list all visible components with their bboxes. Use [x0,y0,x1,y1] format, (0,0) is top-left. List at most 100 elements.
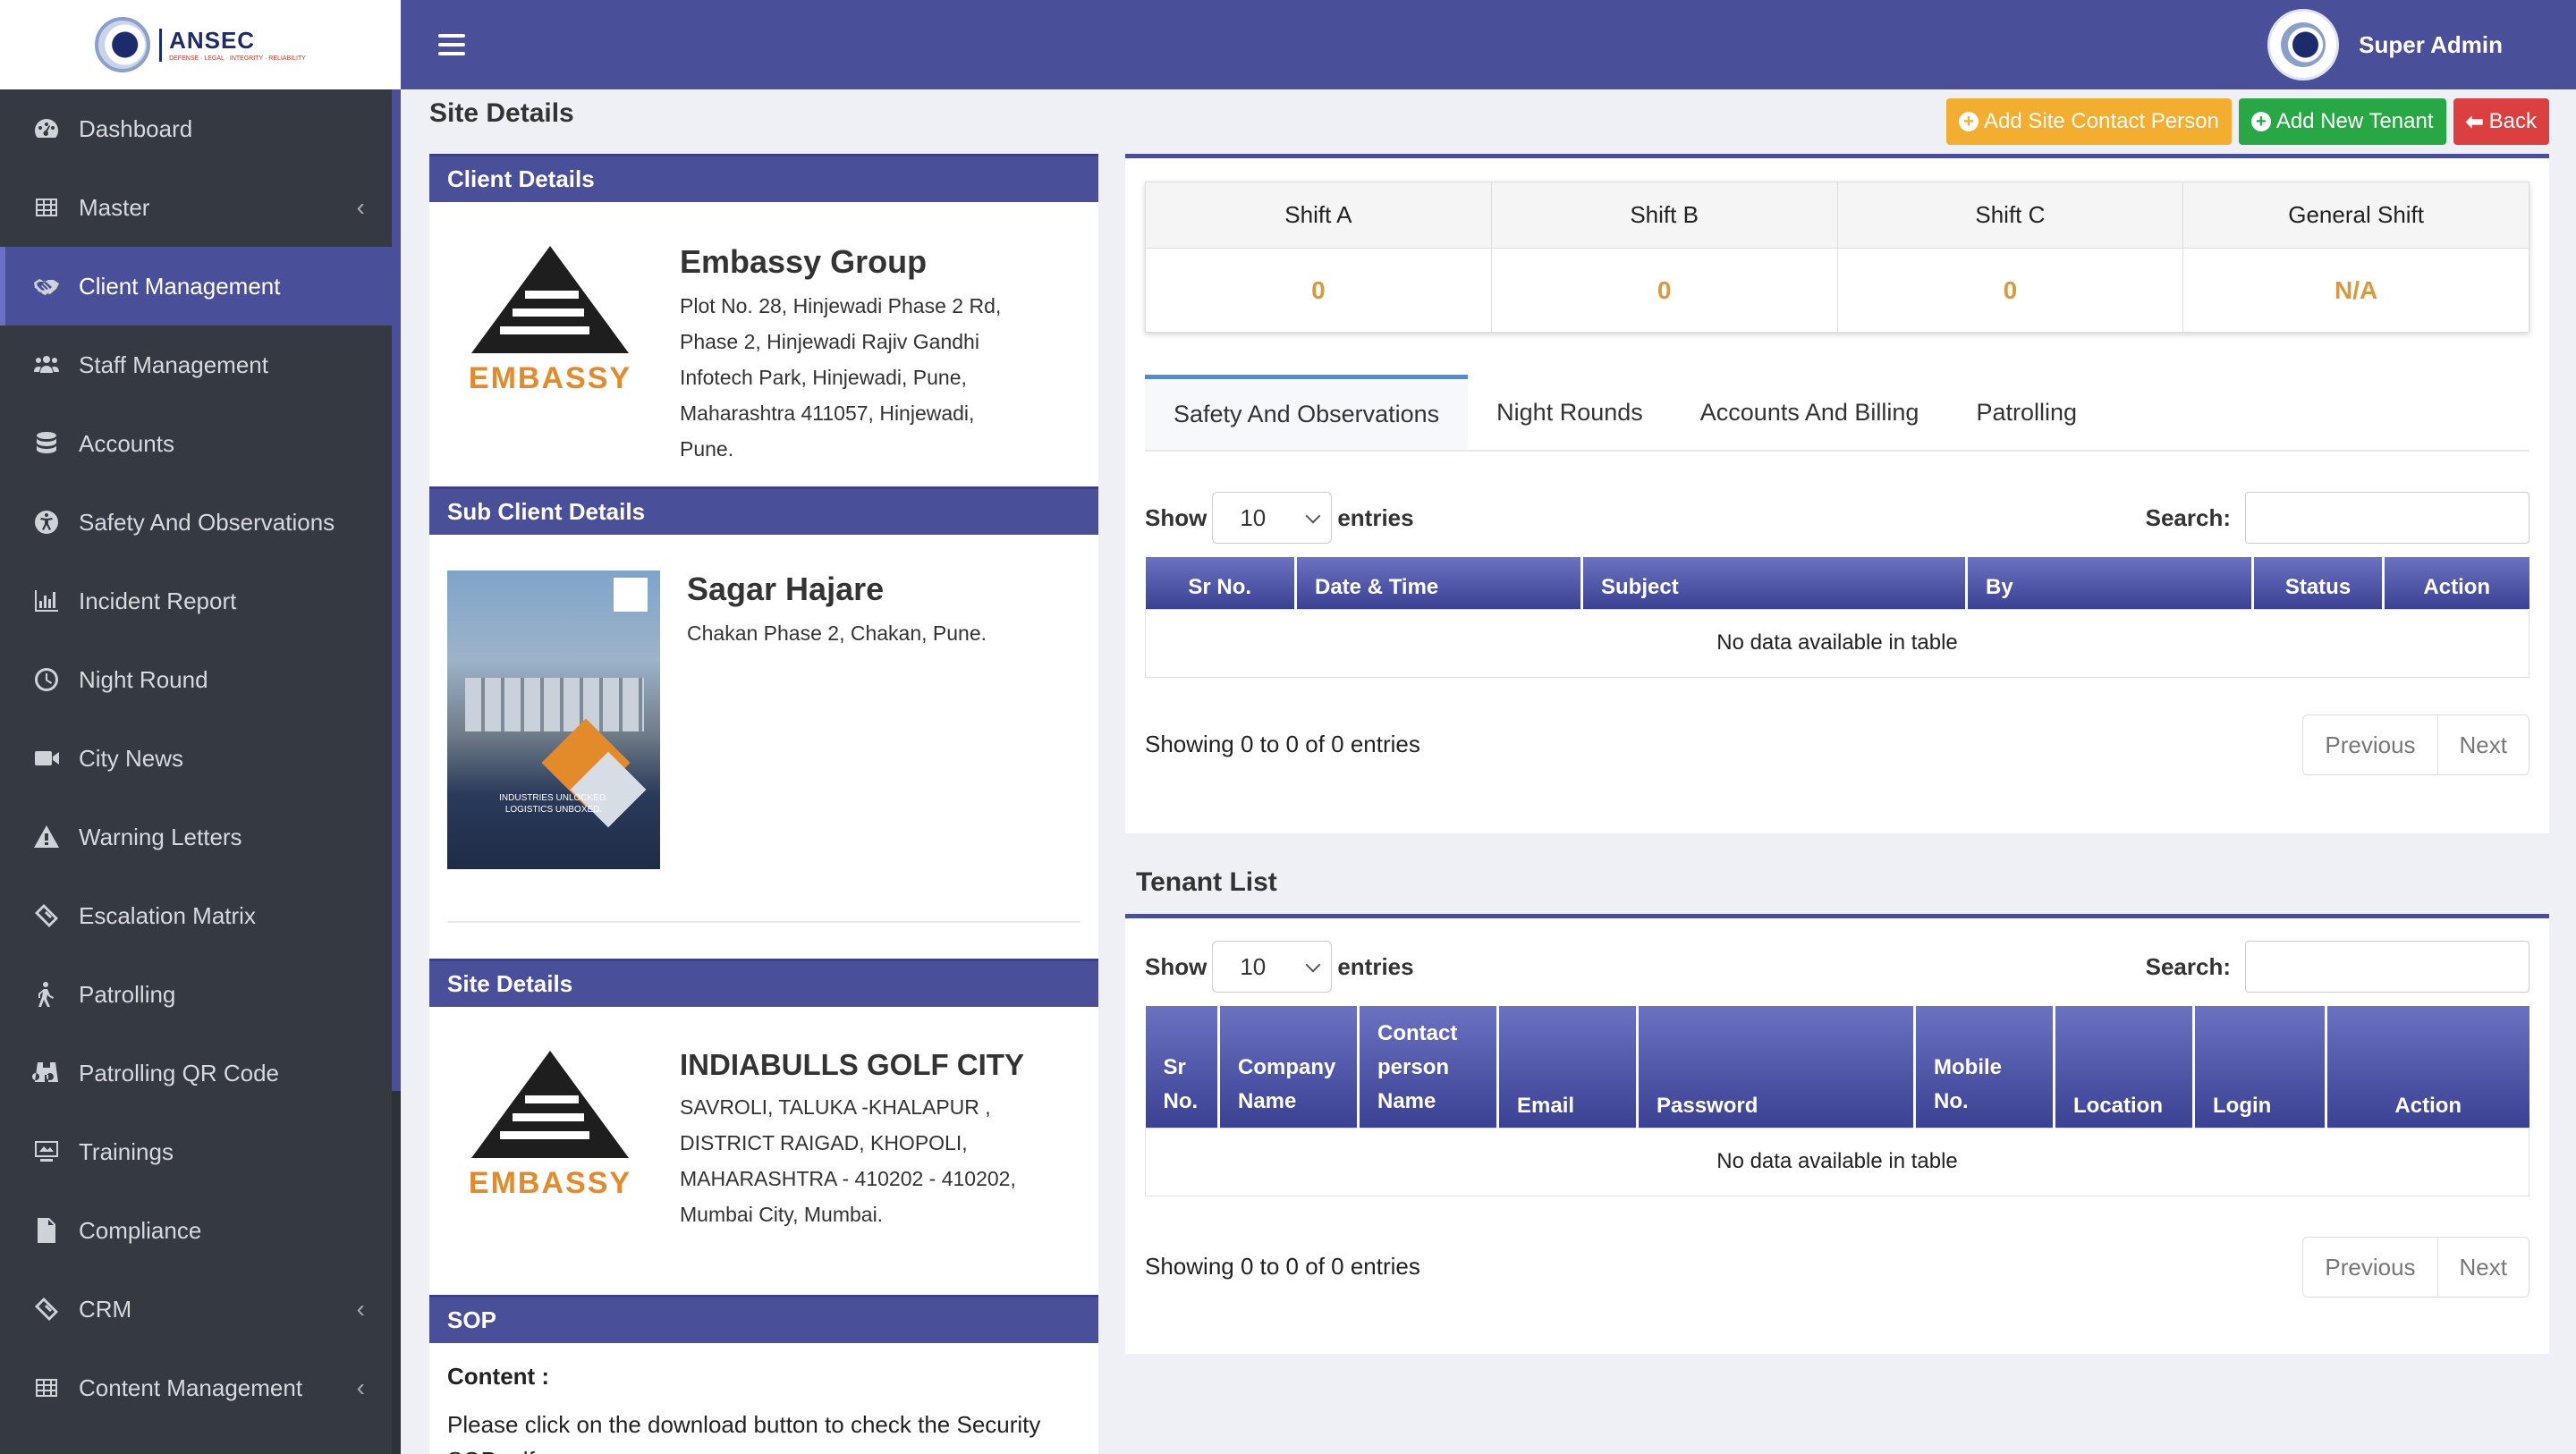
sidebar-item-accounts[interactable]: Accounts [0,404,401,483]
col-subject[interactable]: Subject [1581,557,1968,609]
sidebar-item-label: Trainings [79,1137,174,1165]
walking-person-icon [30,978,63,1010]
client-logo: EMBASSY [447,220,653,417]
col-mobile-no[interactable]: Mobile No. [1914,1006,2055,1128]
logo-emblem-icon [95,17,151,72]
col-sr-no[interactable]: Sr No. [1145,557,1297,609]
previous-page-button[interactable]: Previous [2303,715,2436,774]
add-new-tenant-button[interactable]: + Add New Tenant [2238,98,2446,145]
next-page-button[interactable]: Next [2436,1238,2529,1297]
sidebar-item-night-round[interactable]: Night Round [0,640,401,719]
tab-safety-observations[interactable]: Safety And Observations [1145,375,1469,450]
sidebar-item-label: Accounts [79,429,174,457]
embassy-badge-icon [614,578,648,612]
bar-chart-icon [30,585,63,617]
site-name: INDIABULLS GOLF CITY [680,1048,1024,1081]
tenant-search-input[interactable] [2245,941,2529,993]
back-button[interactable]: ⬅ Back [2453,98,2549,145]
ticket-icon [30,900,63,932]
sidebar: ANSEC DEFENSE · LEGAL · INTEGRITY · RELI… [0,0,401,1454]
document-icon [30,1214,63,1247]
users-group-icon [30,349,63,381]
divider [447,921,1080,923]
col-status[interactable]: Status [2252,557,2385,609]
col-action[interactable]: Action [2383,557,2529,609]
sidebar-item-client-management[interactable]: Client Management [0,247,401,325]
previous-page-button[interactable]: Previous [2303,1238,2436,1297]
sidebar-item-label: Compliance [79,1216,202,1244]
col-company-name[interactable]: Company Name [1218,1006,1360,1128]
hamburger-menu-icon[interactable] [438,34,465,55]
sub-client-name: Sagar Hajare [687,571,885,607]
shift-a-header: Shift A [1145,182,1492,249]
col-email[interactable]: Email [1497,1006,1639,1128]
sidebar-item-label: Master [79,193,150,221]
binoculars-icon [30,1057,63,1089]
tag-icon [30,1293,63,1325]
shift-c-header: Shift C [1836,182,2184,249]
sidebar-item-compliance[interactable]: Compliance [0,1191,401,1270]
sidebar-item-escalation-matrix[interactable]: Escalation Matrix [0,876,401,955]
sop-content-label: Content : [447,1363,550,1390]
client-logo-word: EMBASSY [468,360,632,395]
col-contact-person-name[interactable]: Contact person Name [1358,1006,1499,1128]
tenant-table-info: Showing 0 to 0 of 0 entries [1145,1253,1420,1280]
sidebar-item-crm[interactable]: CRM ‹ [0,1270,401,1348]
client-details-header: Client Details [429,154,1098,202]
col-location[interactable]: Location [2054,1006,2195,1128]
sub-client-details-header: Sub Client Details [429,486,1098,535]
sidebar-scrollbar-thumb[interactable] [392,89,401,1091]
col-login[interactable]: Login [2193,1006,2327,1128]
empty-table-message: No data available in table [1145,608,2529,678]
add-site-contact-person-button[interactable]: + Add Site Contact Person [1946,98,2232,145]
sidebar-item-warning-letters[interactable]: Warning Letters [0,798,401,876]
sidebar-item-safety-observations[interactable]: Safety And Observations [0,483,401,562]
site-logo: EMBASSY [447,1025,653,1222]
site-logo-word: EMBASSY [468,1165,632,1200]
tenant-entries-select[interactable]: 10 [1212,941,1333,993]
user-name[interactable]: Super Admin [2359,31,2503,59]
handshake-icon [30,270,63,302]
col-action[interactable]: Action [2326,1006,2529,1128]
observations-search-input[interactable] [2245,492,2529,544]
sidebar-item-patrolling[interactable]: Patrolling [0,955,401,1034]
sidebar-item-master[interactable]: Master ‹ [0,168,401,247]
warning-triangle-icon [30,821,63,853]
tab-night-rounds[interactable]: Night Rounds [1468,375,1672,450]
col-sr-no[interactable]: Sr No. [1145,1006,1220,1128]
general-shift-value: N/A [2182,248,2529,333]
col-date-time[interactable]: Date & Time [1295,557,1583,609]
sidebar-item-dashboard[interactable]: Dashboard [0,89,401,168]
chevron-left-icon: ‹ [356,1295,365,1323]
avatar[interactable] [2267,9,2340,80]
shift-panel: Shift A Shift B Shift C General Shift 0 … [1125,154,2549,833]
embassy-triangle-icon [471,1050,629,1158]
chevron-left-icon: ‹ [356,193,365,221]
database-icon [30,427,63,460]
observations-table: Sr No. Date & Time Subject By Status Act… [1145,557,2529,678]
sidebar-item-patrolling-qr-code[interactable]: Patrolling QR Code [0,1034,401,1112]
plus-circle-icon: + [2250,112,2271,131]
client-name: Embassy Group [680,243,928,280]
user-menu[interactable]: Super Admin [2267,9,2503,80]
show-label: Show [1145,952,1208,980]
general-shift-header: General Shift [2182,182,2529,249]
brand-logo[interactable]: ANSEC DEFENSE · LEGAL · INTEGRITY · RELI… [0,0,401,89]
tab-patrolling[interactable]: Patrolling [1947,375,2106,450]
video-camera-icon [30,742,63,774]
sidebar-item-label: Dashboard [79,114,193,142]
sidebar-item-trainings[interactable]: Trainings [0,1112,401,1191]
sidebar-item-content-management[interactable]: Content Management ‹ [0,1348,401,1427]
sidebar-item-city-news[interactable]: City News [0,719,401,798]
sidebar-item-staff-management[interactable]: Staff Management [0,325,401,404]
sidebar-item-label: Incident Report [79,587,237,614]
sidebar-item-incident-report[interactable]: Incident Report [0,562,401,640]
col-password[interactable]: Password [1637,1006,1916,1128]
brand-tagline: DEFENSE · LEGAL · INTEGRITY · RELIABILIT… [169,55,306,62]
col-by[interactable]: By [1966,557,2254,609]
action-buttons: + Add Site Contact Person + Add New Tena… [1946,98,2549,145]
entries-select[interactable]: 10 [1212,492,1333,544]
next-page-button[interactable]: Next [2436,715,2529,774]
tab-accounts-billing[interactable]: Accounts And Billing [1672,375,1948,450]
client-address: Plot No. 28, Hinjewadi Phase 2 Rd, Phase… [680,294,1002,461]
